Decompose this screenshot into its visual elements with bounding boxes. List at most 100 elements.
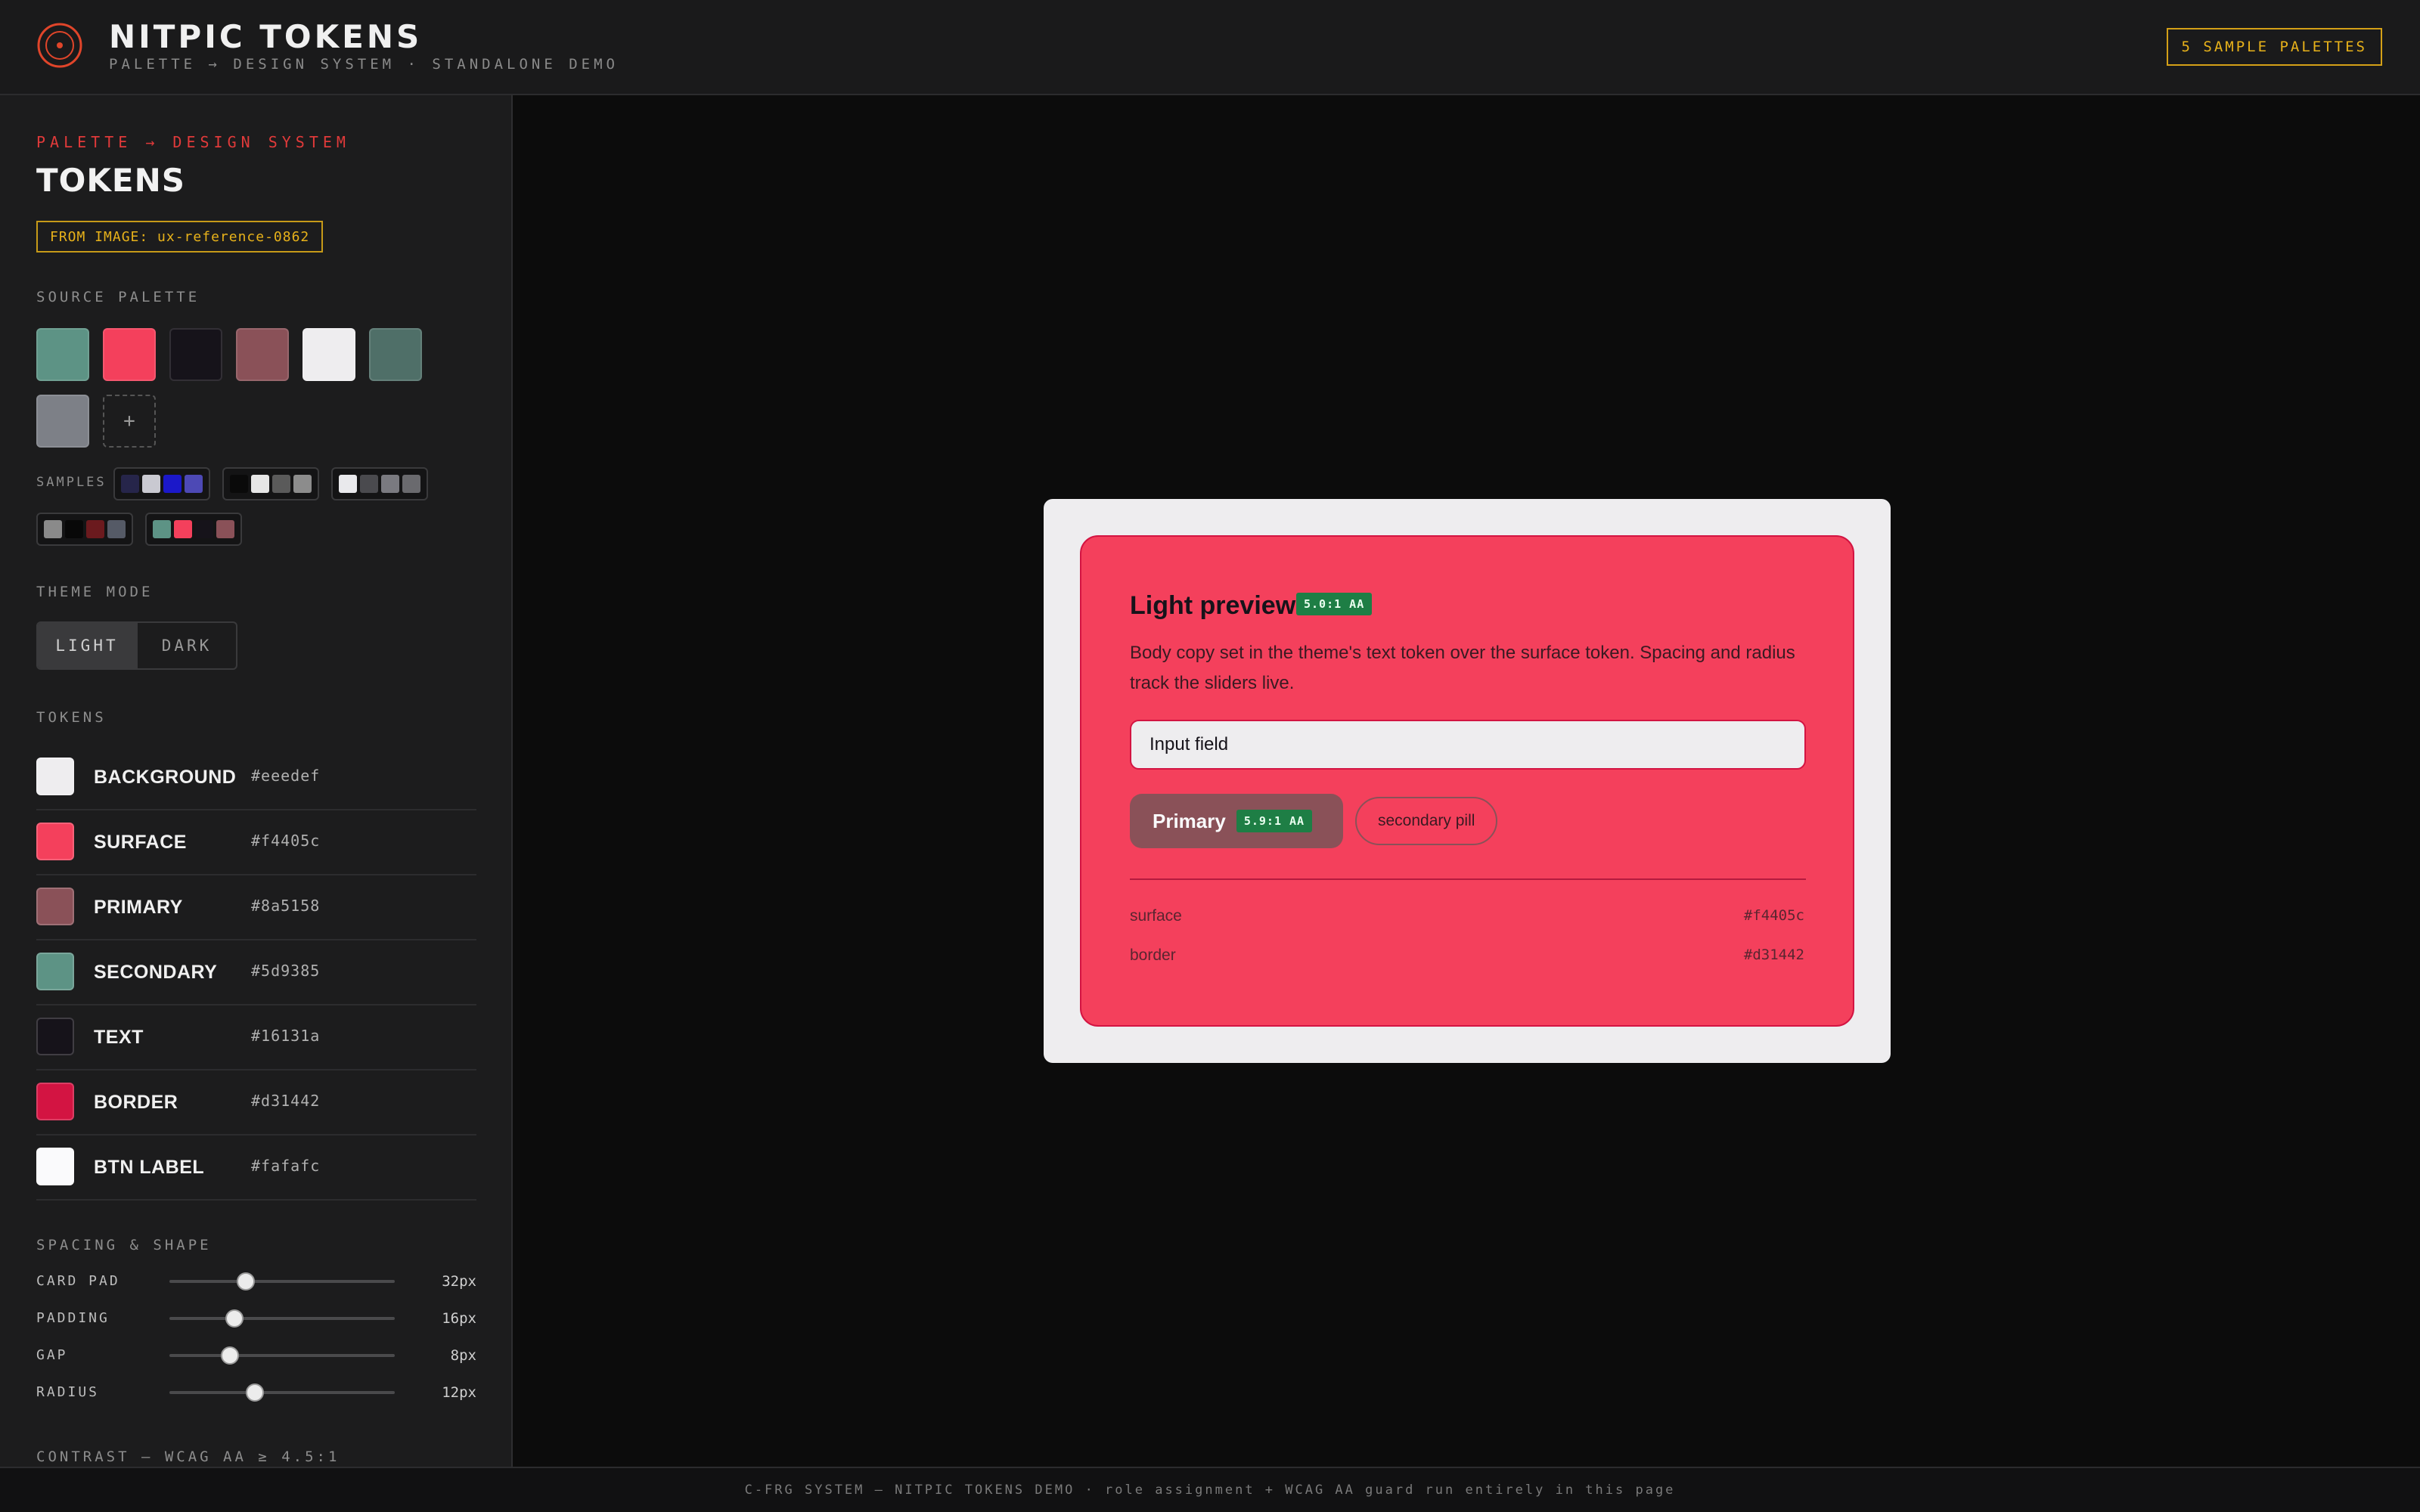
sample-color: [121, 475, 139, 493]
sample-color: [381, 475, 399, 493]
slider-thumb[interactable]: [221, 1346, 240, 1365]
footer: C-FRG SYSTEM — NITPIC TOKENS DEMO · role…: [0, 1467, 2420, 1512]
preview-divider: [1130, 878, 1806, 880]
sample-color: [402, 475, 420, 493]
sample-color: [142, 475, 160, 493]
token-hex: #fafafc: [251, 1157, 321, 1175]
source-swatch[interactable]: [169, 328, 222, 381]
sample-color: [107, 520, 126, 538]
token-name: BACKGROUND: [94, 767, 237, 788]
token-swatch[interactable]: [36, 953, 74, 990]
target-icon: [37, 23, 82, 68]
token-name: BORDER: [94, 1092, 178, 1113]
meta-surface-value: #f4405c: [1743, 907, 1804, 924]
sample-color: [185, 475, 203, 493]
primary-button[interactable]: Primary 5.9:1 AA: [1130, 794, 1343, 848]
sample-palette-chip[interactable]: [113, 467, 210, 500]
slider-label: CARD PAD: [36, 1273, 120, 1289]
app-subtitle: PALETTE → DESIGN SYSTEM · STANDALONE DEM…: [109, 56, 619, 73]
token-name: SECONDARY: [94, 962, 218, 983]
preview-input-field[interactable]: Input field: [1130, 720, 1806, 770]
token-row[interactable]: SURFACE #f4405c: [36, 810, 476, 875]
preview-background: Light preview 5.0:1 AA Body copy set in …: [1044, 499, 1891, 1063]
source-swatch[interactable]: [103, 328, 156, 381]
token-swatch[interactable]: [36, 823, 74, 860]
token-row[interactable]: BORDER #d31442: [36, 1070, 476, 1136]
sample-color: [86, 520, 104, 538]
slider-label: RADIUS: [36, 1384, 100, 1400]
primary-contrast-badge: 5.9:1 AA: [1236, 810, 1313, 832]
slider-track[interactable]: [169, 1391, 395, 1394]
tokens-label: TOKENS: [36, 709, 107, 726]
theme-mode-label: THEME MODE: [36, 584, 154, 600]
token-row[interactable]: PRIMARY #8a5158: [36, 875, 476, 940]
app-header: NITPIC TOKENS PALETTE → DESIGN SYSTEM · …: [0, 0, 2420, 95]
preview-title: Light preview: [1130, 591, 1296, 620]
theme-dark-button[interactable]: DARK: [136, 623, 236, 668]
app-title: NITPIC TOKENS: [109, 18, 423, 55]
source-palette-label: SOURCE PALETTE: [36, 289, 200, 305]
slider-row: CARD PAD 32px: [36, 1269, 476, 1294]
sample-color: [65, 520, 83, 538]
token-row[interactable]: SECONDARY #5d9385: [36, 940, 476, 1005]
sample-palettes-button[interactable]: 5 SAMPLE PALETTES: [2166, 28, 2382, 66]
preview-body-text: Body copy set in the theme's text token …: [1130, 643, 1795, 693]
theme-mode-toggle: LIGHT DARK: [36, 621, 237, 670]
token-name: SURFACE: [94, 832, 187, 853]
footer-text: C-FRG SYSTEM — NITPIC TOKENS DEMO · role…: [744, 1483, 1676, 1498]
source-swatch[interactable]: [236, 328, 289, 381]
token-name: TEXT: [94, 1027, 144, 1048]
slider-value: 32px: [442, 1273, 476, 1290]
slider-thumb[interactable]: [246, 1383, 265, 1402]
token-swatch[interactable]: [36, 758, 74, 795]
sample-color: [230, 475, 248, 493]
sample-palette-chip[interactable]: [145, 513, 242, 546]
slider-thumb[interactable]: [237, 1272, 256, 1290]
secondary-pill-button[interactable]: secondary pill: [1355, 797, 1498, 845]
sample-color: [163, 475, 182, 493]
slider-label: PADDING: [36, 1310, 110, 1326]
source-swatch[interactable]: [36, 395, 89, 448]
sidebar-eyebrow: PALETTE → DESIGN SYSTEM: [36, 133, 350, 151]
token-swatch[interactable]: [36, 1018, 74, 1055]
theme-light-button[interactable]: LIGHT: [38, 623, 136, 668]
slider-track[interactable]: [169, 1317, 395, 1320]
slider-value: 8px: [450, 1347, 476, 1364]
token-swatch[interactable]: [36, 888, 74, 925]
sample-color: [153, 520, 171, 538]
source-swatch[interactable]: [36, 328, 89, 381]
source-swatch[interactable]: [369, 328, 422, 381]
token-row[interactable]: TEXT #16131a: [36, 1005, 476, 1070]
slider-thumb[interactable]: [225, 1309, 244, 1328]
sample-color: [251, 475, 269, 493]
token-row[interactable]: BACKGROUND #eeedef: [36, 745, 476, 810]
sample-palette-chip[interactable]: [36, 513, 133, 546]
token-swatch[interactable]: [36, 1148, 74, 1185]
slider-track[interactable]: [169, 1354, 395, 1357]
spacing-shape-label: SPACING & SHAPE: [36, 1237, 212, 1253]
token-row[interactable]: BTN LABEL #fafafc: [36, 1136, 476, 1201]
sample-palette-chip[interactable]: [331, 467, 428, 500]
sample-palette-chip[interactable]: [222, 467, 319, 500]
sample-color: [339, 475, 357, 493]
sidebar-title: TOKENS: [36, 162, 185, 199]
add-swatch-button[interactable]: +: [103, 395, 156, 448]
slider-row: RADIUS 12px: [36, 1380, 476, 1405]
slider-track[interactable]: [169, 1280, 395, 1283]
source-swatch[interactable]: [302, 328, 355, 381]
meta-border-value: #d31442: [1743, 947, 1804, 963]
token-name: BTN LABEL: [94, 1157, 205, 1178]
slider-row: GAP 8px: [36, 1343, 476, 1368]
preview-card: Light preview 5.0:1 AA Body copy set in …: [1080, 535, 1854, 1027]
from-image-badge: FROM IMAGE: ux-reference-0862: [36, 221, 324, 253]
sample-color: [272, 475, 290, 493]
token-hex: #d31442: [251, 1092, 321, 1110]
samples-label: SAMPLES: [36, 475, 107, 490]
token-hex: #f4405c: [251, 832, 321, 850]
sample-color: [360, 475, 378, 493]
title-contrast-badge: 5.0:1 AA: [1296, 593, 1373, 615]
sidebar: PALETTE → DESIGN SYSTEM TOKENS FROM IMAG…: [0, 95, 513, 1467]
slider-row: PADDING 16px: [36, 1306, 476, 1331]
token-swatch[interactable]: [36, 1083, 74, 1120]
sample-color: [44, 520, 62, 538]
